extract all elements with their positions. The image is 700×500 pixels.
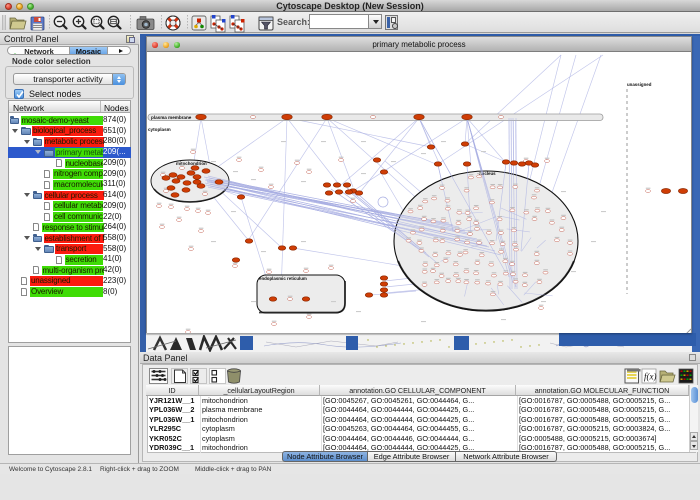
svg-text:endoplasmic reticulum: endoplasmic reticulum (259, 276, 307, 281)
svg-text:plasma membrane: plasma membrane (151, 115, 192, 120)
svg-text:cytoplasm: cytoplasm (148, 127, 171, 132)
svg-text:unassigned: unassigned (627, 82, 652, 87)
svg-text:f(x): f(x) (644, 372, 657, 382)
